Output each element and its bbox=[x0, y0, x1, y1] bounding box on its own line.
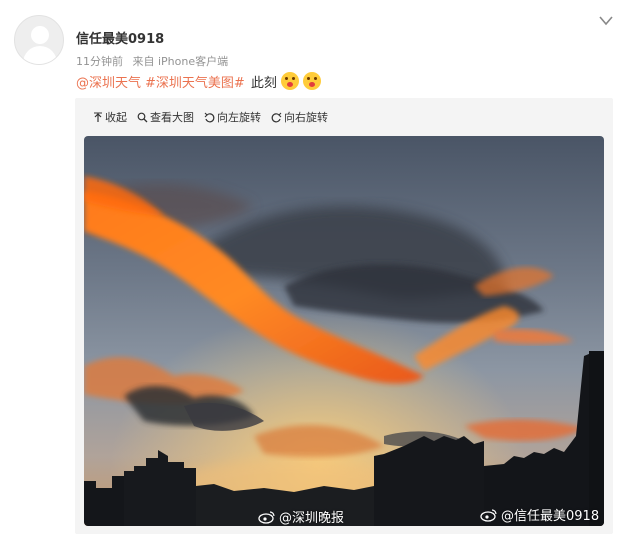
view-large-button[interactable]: 查看大图 bbox=[137, 109, 194, 125]
collapse-button[interactable]: 收起 bbox=[93, 109, 127, 125]
username[interactable]: 信任最美0918 bbox=[76, 28, 164, 47]
rotate-right-label: 向右旋转 bbox=[284, 111, 328, 124]
collapse-label: 收起 bbox=[105, 111, 127, 124]
weibo-logo-icon bbox=[258, 510, 275, 524]
media-box: 收起 查看大图 向左旋转 向右旋转 @深圳晚报 @信任最美0918 bbox=[75, 98, 613, 534]
chevron-down-icon[interactable] bbox=[598, 14, 614, 28]
avatar[interactable] bbox=[14, 15, 64, 65]
rotate-left-button[interactable]: 向左旋转 bbox=[204, 109, 261, 125]
watermark-left: @深圳晚报 bbox=[258, 507, 344, 526]
post-meta: 11分钟前 来自 iPhone客户端 bbox=[76, 53, 234, 69]
view-large-label: 查看大图 bbox=[150, 111, 194, 124]
image-toolbar: 收起 查看大图 向左旋转 向右旋转 bbox=[93, 108, 338, 126]
post-content: @深圳天气 #深圳天气美图# 此刻 bbox=[76, 71, 325, 91]
arrow-up-icon bbox=[94, 112, 102, 122]
magnifier-icon bbox=[137, 112, 148, 122]
watermark-right: @信任最美0918 bbox=[480, 505, 599, 524]
sunset-sky-image bbox=[84, 136, 604, 526]
hashtag-link[interactable]: #深圳天气美图# bbox=[145, 72, 245, 91]
rotate-left-icon bbox=[204, 112, 215, 122]
avatar-head-shape bbox=[31, 26, 49, 44]
emoji-icon bbox=[280, 72, 299, 90]
post-source: 来自 iPhone客户端 bbox=[132, 55, 229, 68]
post-photo[interactable]: @深圳晚报 @信任最美0918 bbox=[84, 136, 604, 526]
watermark-left-text: @深圳晚报 bbox=[279, 511, 345, 526]
rotate-left-label: 向左旋转 bbox=[217, 111, 261, 124]
post-text: 此刻 bbox=[250, 75, 277, 91]
avatar-body-shape bbox=[23, 46, 57, 64]
post-time[interactable]: 11分钟前 bbox=[76, 55, 123, 68]
watermark-right-text: @信任最美0918 bbox=[501, 509, 600, 524]
weibo-logo-icon bbox=[480, 508, 497, 522]
emoji-icon bbox=[302, 72, 321, 90]
rotate-right-icon bbox=[271, 112, 282, 122]
mention-link[interactable]: @深圳天气 bbox=[76, 72, 141, 91]
rotate-right-button[interactable]: 向右旋转 bbox=[271, 109, 328, 125]
